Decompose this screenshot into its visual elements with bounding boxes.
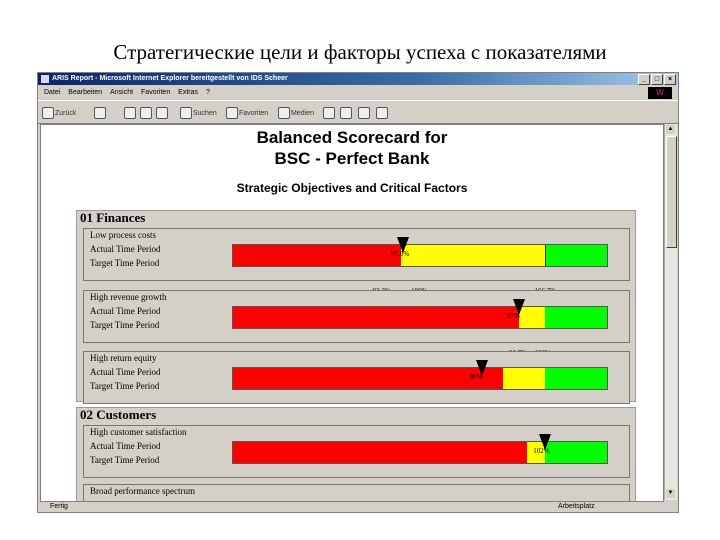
actual-label: Actual Time Period	[90, 306, 161, 316]
menu-bar: Datei Bearbeiten Ansicht Favoriten Extra…	[38, 86, 678, 99]
actual-value-label: 102%	[533, 447, 550, 455]
zone-text: Arbeitsplatz	[558, 503, 595, 510]
mail-button[interactable]	[340, 107, 353, 119]
minimize-button[interactable]: _	[638, 74, 650, 85]
performance-bar: 97%91,7%100%	[232, 299, 608, 357]
edit-icon	[376, 107, 388, 119]
objective-name: High revenue growth	[90, 292, 167, 302]
history-icon	[323, 107, 335, 119]
section-customers: 02 Customers High customer satisfaction …	[76, 407, 636, 501]
bar-yellow-zone	[503, 368, 545, 389]
objective-name: Broad performance spectrum	[90, 486, 195, 496]
actual-value-label: 97%	[507, 312, 520, 320]
objective-name: Low process costs	[90, 230, 156, 240]
ie-icon	[41, 75, 49, 83]
actual-value-label: 80%	[469, 373, 483, 381]
edit-button[interactable]	[376, 107, 389, 119]
history-button[interactable]	[323, 107, 336, 119]
actual-value-label: 95,0%	[391, 250, 410, 258]
menu-item-extras[interactable]: Extras	[178, 89, 198, 96]
back-arrow-icon	[42, 107, 54, 119]
status-bar: Fertig Arbeitsplatz	[38, 501, 678, 513]
menu-item-datei[interactable]: Datei	[44, 89, 60, 96]
forward-button[interactable]	[94, 107, 107, 119]
target-label: Target Time Period	[90, 320, 160, 330]
mail-icon	[340, 107, 352, 119]
actual-label: Actual Time Period	[90, 244, 161, 254]
section-title: 02 Customers	[80, 407, 157, 422]
stop-icon	[124, 107, 136, 119]
media-button[interactable]: Medien	[278, 107, 314, 119]
forward-arrow-icon	[94, 107, 106, 119]
actual-label: Actual Time Period	[90, 441, 161, 451]
home-button[interactable]	[156, 107, 169, 119]
window-titlebar: ARIS Report - Microsoft Internet Explore…	[38, 73, 678, 85]
report-title-line2: BSC - Perfect Bank	[274, 149, 430, 168]
scroll-up-icon[interactable]: ▲	[666, 125, 675, 134]
print-button[interactable]	[358, 107, 371, 119]
scroll-down-icon[interactable]: ▼	[666, 489, 675, 498]
toolbar: Zurück Suchen Favoriten Medien	[38, 100, 678, 124]
menu-item-ansicht[interactable]: Ansicht	[110, 89, 133, 96]
search-button[interactable]: Suchen	[180, 107, 217, 119]
favorites-icon	[226, 107, 238, 119]
slide-title: Стратегические цели и факторы успеха с п…	[113, 40, 607, 64]
bar-red-zone	[233, 245, 402, 266]
performance-bar: 102%96%100%	[232, 434, 608, 492]
page-content: Balanced Scorecard for BSC - Perfect Ban…	[40, 124, 664, 502]
target-label: Target Time Period	[90, 258, 160, 268]
window-title: ARIS Report - Microsoft Internet Explore…	[52, 75, 288, 82]
report-subtitle: Strategic Objectives and Critical Factor…	[236, 181, 468, 195]
browser-window: ARIS Report - Microsoft Internet Explore…	[37, 72, 679, 513]
maximize-button[interactable]: □	[651, 74, 663, 85]
windows-logo-icon: W	[648, 87, 672, 99]
report-title-line1: Balanced Scorecard for	[256, 128, 448, 147]
search-icon	[180, 107, 192, 119]
performance-bar: 95,0%93,3%100%166,7%	[232, 237, 608, 295]
bar-green-zone	[544, 442, 607, 463]
favorites-button[interactable]: Favoriten	[226, 107, 268, 119]
media-icon	[278, 107, 290, 119]
refresh-icon	[140, 107, 152, 119]
status-text: Fertig	[50, 503, 68, 510]
objective-card: High revenue growth Actual Time Period T…	[83, 290, 630, 357]
bar-green-zone	[544, 368, 607, 389]
performance-bar: 80%86,7%100%	[232, 360, 608, 418]
section-finances: 01 Finances Low process costs Actual Tim…	[76, 210, 636, 418]
back-button[interactable]: Zurück	[42, 107, 76, 119]
refresh-button[interactable]	[140, 107, 153, 119]
vertical-scrollbar[interactable]: ▲ ▼	[664, 124, 677, 500]
target-label: Target Time Period	[90, 381, 160, 391]
objective-card: Low process costs Actual Time Period Tar…	[83, 228, 630, 295]
close-button[interactable]: ×	[664, 74, 676, 85]
home-icon	[156, 107, 168, 119]
scroll-thumb[interactable]	[666, 136, 677, 248]
menu-item-help[interactable]: ?	[206, 89, 210, 96]
bar-green-zone	[544, 307, 607, 328]
target-label: Target Time Period	[90, 455, 160, 465]
objective-name: High return equity	[90, 353, 157, 363]
menu-item-bearbeiten[interactable]: Bearbeiten	[68, 89, 102, 96]
bar-green-zone	[544, 245, 607, 266]
menu-item-favoriten[interactable]: Favoriten	[141, 89, 170, 96]
bar-yellow-zone	[401, 245, 545, 266]
bar-red-zone	[233, 307, 520, 328]
objective-card: High return equity Actual Time Period Ta…	[83, 351, 630, 418]
print-icon	[358, 107, 370, 119]
actual-label: Actual Time Period	[90, 367, 161, 377]
objective-name: High customer satisfaction	[90, 427, 187, 437]
bar-red-zone	[233, 368, 504, 389]
section-title: 01 Finances	[80, 210, 146, 225]
stop-button[interactable]	[124, 107, 137, 119]
bar-red-zone	[233, 442, 527, 463]
bar-separator	[544, 245, 546, 266]
objective-card: Broad performance spectrum	[83, 484, 630, 501]
objective-card: High customer satisfaction Actual Time P…	[83, 425, 630, 492]
